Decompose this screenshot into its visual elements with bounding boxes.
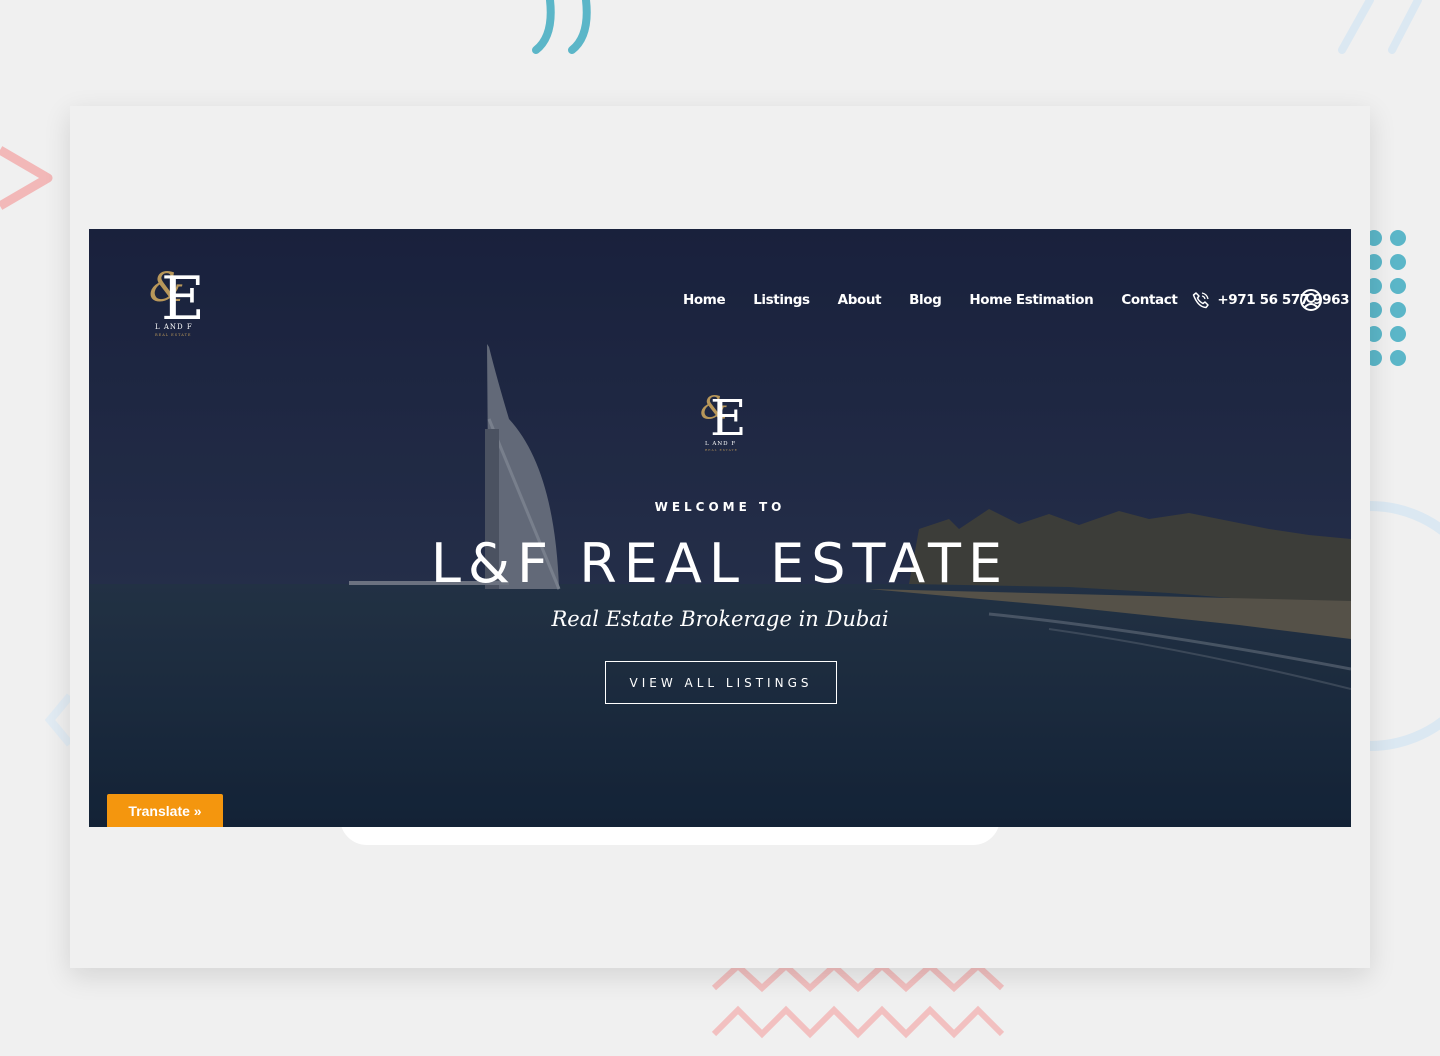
view-all-listings-button[interactable]: VIEW ALL LISTINGS	[605, 661, 837, 704]
svg-text:E: E	[710, 389, 744, 447]
brand-logo[interactable]: & E L AND F REAL ESTATE	[147, 255, 203, 339]
decor-teal-dots	[1366, 230, 1406, 366]
main-nav: Home Listings About Blog Home Estimation…	[683, 289, 1350, 311]
hero-section: & E L AND F REAL ESTATE Home Listings Ab…	[89, 229, 1351, 827]
decor-pink-chevron	[0, 146, 53, 210]
svg-text:REAL ESTATE: REAL ESTATE	[705, 448, 738, 452]
svg-text:REAL ESTATE: REAL ESTATE	[155, 333, 191, 337]
svg-text:L AND F: L AND F	[705, 441, 736, 447]
translate-button[interactable]: Translate »	[107, 794, 223, 827]
svg-text:L AND F: L AND F	[155, 323, 193, 331]
hero-welcome: WELCOME TO	[654, 500, 786, 514]
nav-home-estimation[interactable]: Home Estimation	[969, 292, 1093, 308]
phone-link[interactable]: +971 56 577 9963	[1191, 290, 1350, 310]
nav-listings[interactable]: Listings	[753, 292, 810, 308]
decor-blue-slashes	[1338, 0, 1422, 54]
decor-teal-brackets	[532, 0, 591, 54]
nav-about[interactable]: About	[838, 292, 882, 308]
phone-number: +971 56 577 9963	[1217, 292, 1350, 308]
nav-blog[interactable]: Blog	[909, 292, 942, 308]
nav-contact[interactable]: Contact	[1121, 292, 1177, 308]
hero-overlay	[89, 229, 1351, 827]
hero-subtitle: Real Estate Brokerage in Dubai	[551, 607, 889, 631]
nav-home[interactable]: Home	[683, 292, 726, 308]
hero-title: L&F REAL ESTATE	[430, 532, 1010, 595]
decor-pink-zigzag	[711, 961, 1005, 1039]
phone-icon	[1193, 292, 1210, 309]
user-account-icon[interactable]	[1299, 288, 1323, 312]
hero-logo: & E L AND F REAL ESTATE	[700, 389, 744, 452]
